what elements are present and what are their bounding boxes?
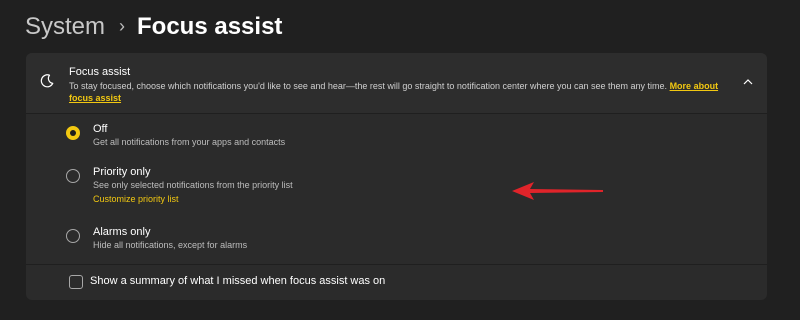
focus-assist-title: Focus assist bbox=[69, 66, 131, 78]
summary-checkbox[interactable] bbox=[69, 275, 83, 289]
divider bbox=[26, 264, 767, 265]
radio-alarms-only[interactable] bbox=[66, 229, 80, 243]
option-label: Priority only bbox=[93, 166, 151, 178]
radio-off[interactable] bbox=[66, 126, 80, 140]
page-title: Focus assist bbox=[137, 13, 283, 40]
focus-assist-panel: Focus assist To stay focused, choose whi… bbox=[26, 53, 767, 300]
focus-assist-description: To stay focused, choose which notificati… bbox=[69, 80, 734, 104]
breadcrumb-system[interactable]: System bbox=[25, 13, 105, 41]
customize-priority-list-link[interactable]: Customize priority list bbox=[93, 194, 179, 204]
moon-icon bbox=[40, 74, 54, 88]
breadcrumb-separator: › bbox=[119, 15, 126, 36]
radio-priority-only[interactable] bbox=[66, 169, 80, 183]
description-text: To stay focused, choose which notificati… bbox=[69, 81, 668, 91]
option-label: Off bbox=[93, 123, 108, 135]
red-arrow-annotation bbox=[512, 182, 603, 200]
breadcrumb: System › Focus assist bbox=[25, 10, 282, 44]
focus-assist-header[interactable]: Focus assist To stay focused, choose whi… bbox=[26, 53, 767, 114]
option-description: Get all notifications from your apps and… bbox=[93, 137, 286, 147]
chevron-up-icon[interactable] bbox=[743, 78, 753, 86]
option-label: Alarms only bbox=[93, 226, 151, 238]
option-description: Hide all notifications, except for alarm… bbox=[93, 240, 248, 250]
option-description: See only selected notifications from the… bbox=[93, 180, 293, 190]
summary-checkbox-label: Show a summary of what I missed when foc… bbox=[90, 275, 386, 287]
